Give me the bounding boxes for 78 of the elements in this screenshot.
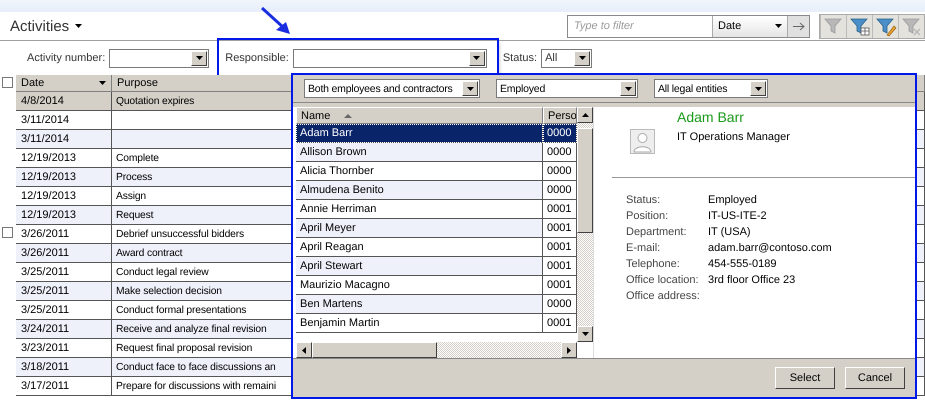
field-label: Office address: [626, 290, 701, 302]
table-cell: 3/24/2011 [16, 320, 112, 339]
table-cell: 4/8/2014 [16, 92, 112, 111]
dialog-button[interactable]: Cancel [845, 367, 905, 389]
dropdown-button[interactable] [750, 81, 766, 96]
caret-icon [775, 24, 782, 28]
dialog-button[interactable]: Select [775, 367, 835, 389]
list-item[interactable]: Adam Barr [296, 124, 543, 143]
list-item[interactable]: Ben Martens [296, 295, 543, 314]
combo-box[interactable]: All [541, 48, 592, 68]
right-arrow-icon [567, 346, 571, 354]
down-arrow-icon [582, 332, 588, 336]
toolbar-button[interactable] [872, 14, 898, 38]
dropdown-button[interactable] [468, 50, 485, 66]
table-cell: 3/18/2011 [16, 358, 112, 377]
field-label: Position: [626, 210, 670, 222]
dropdown-button[interactable] [574, 50, 590, 66]
sort-up-icon [344, 114, 352, 118]
table-cell: 0000 [543, 124, 577, 143]
field-dropdown[interactable]: Date [712, 16, 787, 36]
field-label: Status: [626, 194, 662, 206]
caret-icon [578, 56, 586, 60]
scroll-right-button[interactable] [561, 342, 577, 358]
person-name: Adam Barr [677, 109, 745, 125]
row-checkbox[interactable] [2, 227, 13, 238]
list-item[interactable]: April Stewart [296, 257, 543, 276]
filter-edit-icon [874, 16, 896, 36]
dropdown[interactable]: All legal entities [654, 79, 768, 98]
field-label: Activity number: [27, 52, 106, 64]
filter-icon [822, 16, 844, 36]
table-cell: 3/17/2011 [16, 377, 112, 396]
table-cell: 12/19/2013 [16, 168, 112, 187]
table-cell: 3/26/2011 [16, 244, 112, 263]
dropdown[interactable]: Employed [496, 79, 638, 98]
column-header[interactable]: Perso [543, 107, 577, 124]
caret-icon [75, 24, 82, 28]
field-value: IT-US-ITE-2 [708, 210, 768, 222]
field-label: Department: [626, 226, 688, 238]
list-item[interactable]: April Meyer [296, 219, 543, 238]
list-item[interactable]: Almudena Benito [296, 181, 543, 200]
scrollbar-thumb[interactable] [577, 128, 593, 233]
job-title: IT Operations Manager [677, 131, 791, 143]
avatar-silhouette-icon [630, 129, 655, 154]
dropdown-button[interactable] [462, 81, 478, 96]
column-header[interactable]: Date [16, 75, 112, 92]
scrollbar-thumb[interactable] [312, 342, 437, 358]
arrow-icon [792, 22, 804, 30]
left-arrow-icon [302, 346, 306, 354]
dropdown-button[interactable] [620, 81, 636, 96]
table-cell: 3/11/2014 [16, 130, 112, 149]
up-arrow-icon [582, 113, 588, 117]
field-value: IT (USA) [708, 226, 752, 238]
field-label: E-mail: [626, 242, 662, 254]
select-all-checkbox[interactable] [2, 77, 13, 88]
sort-icon [99, 81, 106, 85]
table-cell: 12/19/2013 [16, 206, 112, 225]
scroll-down-button[interactable] [577, 326, 593, 342]
scroll-up-button[interactable] [577, 107, 593, 123]
dropdown[interactable]: Both employees and contractors [304, 79, 480, 98]
scroll-left-button[interactable] [296, 342, 312, 358]
apply-filter-button[interactable] [787, 16, 809, 36]
field-label: Responsible: [225, 52, 289, 64]
page-title[interactable]: Activities [10, 18, 82, 34]
filter-grid-icon [848, 16, 870, 36]
table-cell: 3/25/2011 [16, 282, 112, 301]
column-header[interactable]: Name [296, 107, 543, 124]
caret-icon [196, 56, 203, 60]
combo-box[interactable] [109, 48, 210, 68]
list-item[interactable]: Allison Brown [296, 143, 543, 162]
field-value: Employed [708, 194, 758, 206]
field-value: adam.barr@contoso.com [708, 242, 833, 254]
caret-icon [473, 56, 480, 60]
toolbar-button[interactable] [846, 14, 872, 38]
list-item[interactable]: Benjamin Martin [296, 314, 543, 333]
clear-filter-icon [900, 16, 922, 36]
dropdown-button[interactable] [191, 50, 208, 66]
filter-field[interactable]: Type to filter Date [567, 14, 810, 38]
field-label: Status: [502, 52, 538, 64]
